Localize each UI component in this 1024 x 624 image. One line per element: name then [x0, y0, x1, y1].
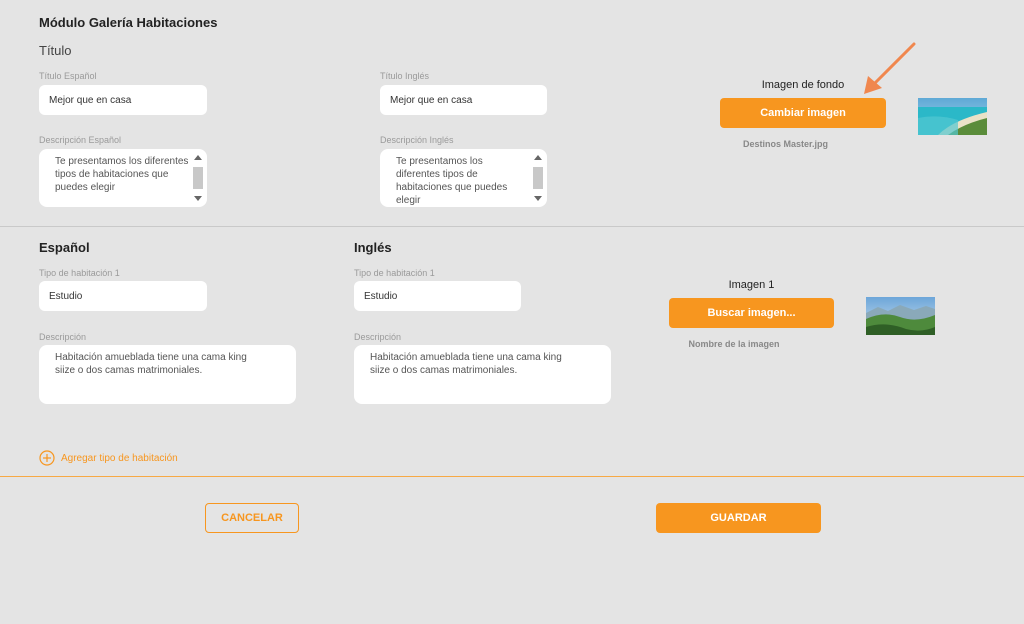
- desc-en-textarea[interactable]: Te presentamos los diferentes tipos de h…: [380, 149, 547, 207]
- add-room-type-link[interactable]: Agregar tipo de habitación: [39, 450, 178, 466]
- background-filename: Destinos Master.jpg: [742, 139, 829, 149]
- title-es-label: Título Español: [39, 71, 97, 81]
- add-room-type-label[interactable]: Agregar tipo de habitación: [61, 453, 178, 464]
- footer-divider: [0, 476, 1024, 477]
- room-desc-es-textarea[interactable]: Habitación amueblada tiene una cama king…: [39, 345, 296, 404]
- room-type-en-input[interactable]: Estudio: [354, 281, 521, 311]
- desc-es-label: Descripción Español: [39, 135, 122, 145]
- room-image-filename: Nombre de la imagen: [688, 339, 780, 349]
- beach-thumbnail-image: [918, 98, 987, 135]
- title-en-label: Título Inglés: [380, 71, 430, 81]
- desc-en-scrollbar[interactable]: [532, 152, 544, 204]
- room-desc-en-textarea[interactable]: Habitación amueblada tiene una cama king…: [354, 345, 611, 404]
- save-button[interactable]: GUARDAR: [656, 503, 821, 533]
- room-desc-en-text: Habitación amueblada tiene una cama king…: [370, 352, 562, 376]
- arrow-annotation-icon: [864, 42, 916, 94]
- cancel-button[interactable]: CANCELAR: [205, 503, 299, 533]
- room-type-en-label: Tipo de habitación 1: [354, 268, 435, 278]
- module-title: Módulo Galería Habitaciones: [39, 15, 218, 30]
- spanish-heading: Español: [39, 240, 90, 255]
- search-image-button[interactable]: Buscar imagen...: [669, 298, 834, 328]
- scroll-thumb[interactable]: [533, 167, 543, 189]
- desc-en-label: Descripción Inglés: [380, 135, 454, 145]
- section-subtitle: Título: [39, 43, 72, 58]
- mountain-thumbnail-image: [866, 297, 935, 335]
- scroll-thumb[interactable]: [193, 167, 203, 189]
- scroll-up-icon[interactable]: [194, 155, 202, 160]
- room-type-es-label: Tipo de habitación 1: [39, 268, 120, 278]
- room-type-es-input[interactable]: Estudio: [39, 281, 207, 311]
- room-desc-es-label: Descripción: [39, 332, 87, 342]
- room-desc-es-text: Habitación amueblada tiene una cama king…: [55, 352, 247, 376]
- desc-en-text: Te presentamos los diferentes tipos de h…: [396, 156, 508, 206]
- english-heading: Inglés: [354, 240, 392, 255]
- plus-circle-icon[interactable]: [39, 450, 55, 466]
- section-divider: [0, 226, 1024, 227]
- desc-es-scrollbar[interactable]: [192, 152, 204, 204]
- title-es-input[interactable]: Mejor que en casa: [39, 85, 207, 115]
- change-image-button[interactable]: Cambiar imagen: [720, 98, 886, 128]
- scroll-up-icon[interactable]: [534, 155, 542, 160]
- scroll-down-icon[interactable]: [194, 196, 202, 201]
- desc-es-text: Te presentamos los diferentes tipos de h…: [55, 156, 189, 193]
- scroll-down-icon[interactable]: [534, 196, 542, 201]
- room-desc-en-label: Descripción: [354, 332, 402, 342]
- title-en-input[interactable]: Mejor que en casa: [380, 85, 547, 115]
- room-image-caption: Imagen 1: [728, 279, 775, 291]
- desc-es-textarea[interactable]: Te presentamos los diferentes tipos de h…: [39, 149, 207, 207]
